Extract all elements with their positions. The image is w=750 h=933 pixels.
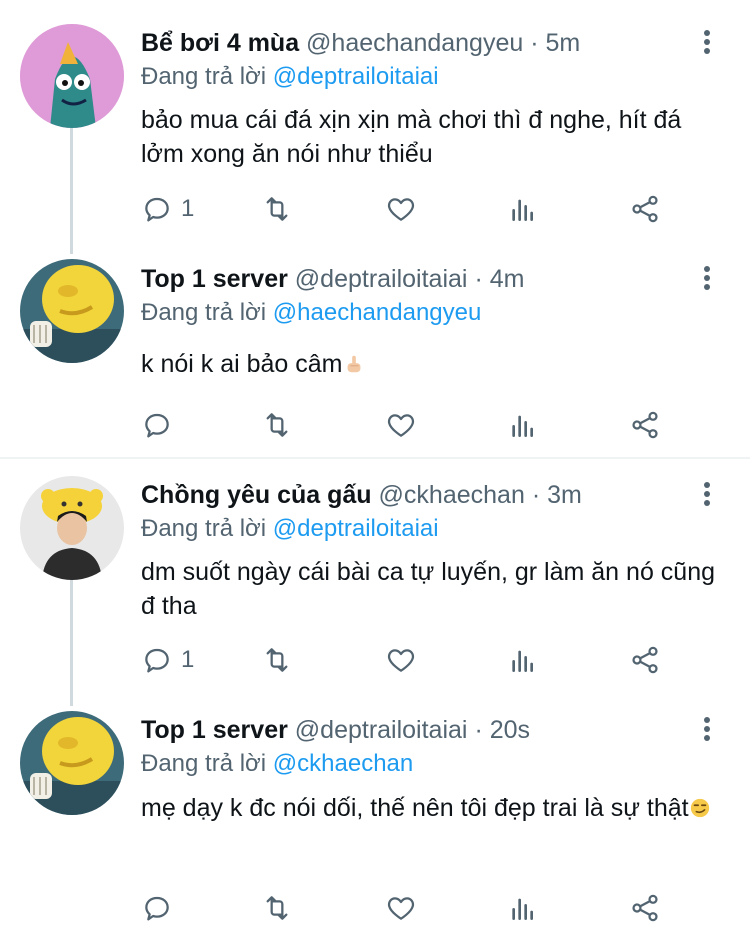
tweet-text-content: mẹ dạy k đc nói dối, thế nên tôi đẹp tra… <box>141 794 689 822</box>
share-button[interactable] <box>629 192 661 226</box>
heart-icon <box>387 198 415 221</box>
more-options-icon[interactable] <box>700 264 714 294</box>
analytics-icon <box>512 199 533 221</box>
action-bar: 1 <box>141 643 701 677</box>
heart-icon <box>387 649 415 672</box>
tweet-text-content: k nói k ai bảo câm <box>141 350 343 378</box>
separator-dot: · <box>474 716 483 744</box>
replying-to: Đang trả lời @ckhaechan <box>141 749 413 779</box>
user-handle[interactable]: @deptrailoitaiai <box>295 265 468 293</box>
separator-dot: · <box>474 265 483 293</box>
replying-to: Đang trả lời @deptrailoitaiai <box>141 62 439 92</box>
analytics-icon <box>512 415 533 437</box>
display-name[interactable]: Bể bơi 4 mùa <box>141 29 299 57</box>
tweet-text: bảo mua cái đá xịn xịn mà chơi thì đ ngh… <box>141 106 682 168</box>
like-button[interactable] <box>385 643 417 677</box>
reply-icon <box>145 648 169 673</box>
reply-button[interactable]: 1 <box>141 192 194 226</box>
reply-icon <box>145 896 169 921</box>
replying-to: Đang trả lời @deptrailoitaiai <box>141 514 439 544</box>
more-options-icon[interactable] <box>700 28 714 58</box>
tweet-header: Bể bơi 4 mùa @haechandangyeu · 5m <box>141 28 690 58</box>
retweet-button[interactable] <box>261 192 293 226</box>
user-handle[interactable]: @haechandangyeu <box>306 29 523 57</box>
avatar[interactable] <box>20 711 124 815</box>
action-bar <box>141 408 701 442</box>
share-icon <box>632 195 658 223</box>
separator-dot: · <box>531 481 541 509</box>
reply-button[interactable] <box>141 891 181 925</box>
display-name[interactable]: Top 1 server <box>141 716 288 744</box>
retweet-icon <box>266 197 288 221</box>
retweet-button[interactable] <box>261 643 293 677</box>
smirk-emoji <box>690 798 709 818</box>
reply-icon <box>145 413 169 438</box>
share-icon <box>632 894 658 922</box>
like-button[interactable] <box>385 408 417 442</box>
reply-icon <box>145 197 169 222</box>
share-icon <box>632 411 658 439</box>
like-button[interactable] <box>385 891 417 925</box>
replying-to-label: Đang trả lời <box>141 515 267 542</box>
avatar[interactable] <box>20 24 124 128</box>
user-handle[interactable]: @deptrailoitaiai <box>295 716 468 744</box>
display-name[interactable]: Chồng yêu của gấu <box>141 481 372 509</box>
analytics-button[interactable] <box>507 408 539 442</box>
reply-tweet[interactable]: Bể bơi 4 mùa @haechandangyeu · 5m Đang t… <box>0 0 750 250</box>
tweet-header: Top 1 server @deptrailoitaiai · 20s <box>141 715 690 745</box>
raised-finger-emoji <box>347 355 360 373</box>
reply-count: 1 <box>181 195 195 222</box>
reply-tweet[interactable]: Top 1 server @deptrailoitaiai · 20s Đang… <box>0 705 750 933</box>
timestamp[interactable]: 4m <box>490 265 525 293</box>
share-icon <box>632 646 658 674</box>
analytics-icon <box>512 650 533 672</box>
reply-tweet[interactable]: Top 1 server @deptrailoitaiai · 4m Đang … <box>0 250 750 456</box>
tweet-text: k nói k ai bảo câm <box>141 347 731 381</box>
tweet-header: Top 1 server @deptrailoitaiai · 4m <box>141 264 690 294</box>
share-button[interactable] <box>629 891 661 925</box>
analytics-button[interactable] <box>507 891 539 925</box>
retweet-button[interactable] <box>261 408 293 442</box>
avatar[interactable] <box>20 259 124 363</box>
like-button[interactable] <box>385 192 417 226</box>
avatar[interactable] <box>20 476 124 580</box>
mention-link[interactable]: @haechandangyeu <box>273 299 482 326</box>
mention-link[interactable]: @ckhaechan <box>273 750 413 777</box>
user-handle[interactable]: @ckhaechan <box>379 481 525 509</box>
timestamp[interactable]: 20s <box>490 716 530 744</box>
timestamp[interactable]: 3m <box>547 481 582 509</box>
reply-button[interactable] <box>141 408 181 442</box>
retweet-icon <box>266 648 288 672</box>
mention-link[interactable]: @deptrailoitaiai <box>273 515 439 542</box>
more-options-icon[interactable] <box>700 715 714 745</box>
action-bar: 1 <box>141 192 701 226</box>
heart-icon <box>387 897 415 920</box>
separator-dot: · <box>530 29 539 57</box>
reply-count: 1 <box>181 646 195 673</box>
analytics-icon <box>512 898 533 920</box>
replying-to-label: Đang trả lời <box>141 299 267 326</box>
reply-button[interactable]: 1 <box>141 643 194 677</box>
retweet-button[interactable] <box>261 891 293 925</box>
more-options-icon[interactable] <box>700 480 714 510</box>
retweet-icon <box>266 413 288 437</box>
analytics-button[interactable] <box>507 192 539 226</box>
timestamp[interactable]: 5m <box>546 29 581 57</box>
display-name[interactable]: Top 1 server <box>141 265 288 293</box>
tweet-text: mẹ dạy k đc nói dối, thế nên tôi đẹp tra… <box>141 791 731 825</box>
share-button[interactable] <box>629 408 661 442</box>
replying-to: Đang trả lời @haechandangyeu <box>141 298 481 328</box>
tweet-header: Chồng yêu của gấu @ckhaechan · 3m <box>141 480 690 510</box>
reply-tweet[interactable]: Chồng yêu của gấu @ckhaechan · 3m Đang t… <box>0 459 750 705</box>
replying-to-label: Đang trả lời <box>141 750 267 777</box>
analytics-button[interactable] <box>507 643 539 677</box>
share-button[interactable] <box>629 643 661 677</box>
action-bar <box>141 891 701 925</box>
mention-link[interactable]: @deptrailoitaiai <box>273 63 439 90</box>
heart-icon <box>387 414 415 437</box>
replying-to-label: Đang trả lời <box>141 63 267 90</box>
tweet-text: dm suốt ngày cái bài ca tự luyến, gr làm… <box>141 558 715 620</box>
retweet-icon <box>266 896 288 920</box>
